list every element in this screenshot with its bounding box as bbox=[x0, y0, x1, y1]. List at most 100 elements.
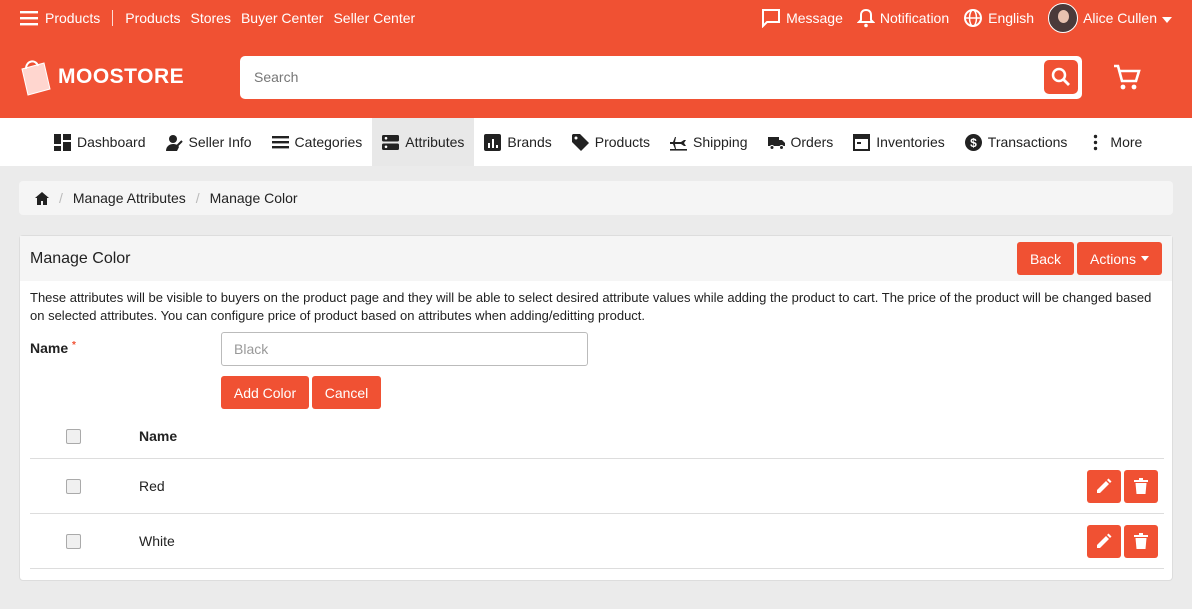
message-icon bbox=[762, 9, 781, 28]
menu-button[interactable]: Products bbox=[20, 10, 100, 26]
truck-icon bbox=[767, 136, 785, 150]
pencil-icon bbox=[1097, 533, 1112, 548]
user-info-icon bbox=[165, 134, 183, 151]
row-name: Red bbox=[139, 478, 165, 494]
cart-button[interactable] bbox=[1112, 63, 1142, 91]
select-all-checkbox[interactable] bbox=[66, 428, 81, 444]
top-link-products[interactable]: Products bbox=[125, 10, 180, 26]
message-label: Message bbox=[786, 10, 843, 26]
cancel-button[interactable]: Cancel bbox=[312, 376, 381, 409]
nav-attributes[interactable]: Attributes bbox=[372, 118, 475, 166]
nav-label: Products bbox=[594, 134, 650, 150]
language-label: English bbox=[988, 10, 1035, 26]
header: Products Products Stores Buyer Center Se… bbox=[0, 0, 1192, 118]
nav-shipping[interactable]: Shipping bbox=[660, 118, 758, 166]
home-link[interactable] bbox=[35, 191, 49, 205]
add-color-button[interactable]: Add Color bbox=[221, 376, 309, 409]
nav-label: Inventories bbox=[876, 134, 945, 150]
more-vertical-icon bbox=[1094, 134, 1098, 150]
edit-button[interactable] bbox=[1087, 524, 1121, 558]
nav-label: Dashboard bbox=[77, 134, 146, 150]
table-row: White bbox=[30, 514, 1164, 569]
row-checkbox[interactable] bbox=[66, 478, 81, 494]
user-name: Alice Cullen bbox=[1083, 10, 1157, 26]
search-bar[interactable]: Search bbox=[240, 55, 1082, 99]
table-header-row: Name bbox=[30, 414, 1164, 459]
breadcrumb-separator: / bbox=[59, 190, 63, 206]
seller-nav: Dashboard Seller Info Categories Attribu… bbox=[0, 118, 1192, 166]
globe-icon bbox=[964, 9, 983, 27]
back-button[interactable]: Back bbox=[1017, 242, 1074, 275]
nav-label: More bbox=[1110, 134, 1143, 150]
cart-icon bbox=[1114, 64, 1141, 90]
nav-seller-info[interactable]: Seller Info bbox=[156, 118, 262, 166]
manage-color-panel: Manage Color Back Actions These attribut… bbox=[19, 235, 1173, 581]
top-link-stores[interactable]: Stores bbox=[191, 10, 231, 26]
actions-dropdown[interactable]: Actions bbox=[1077, 242, 1162, 275]
dashboard-icon bbox=[54, 133, 71, 151]
divider bbox=[112, 10, 114, 26]
colors-table: Name Red White bbox=[30, 414, 1164, 569]
search-input[interactable]: Search bbox=[254, 69, 1044, 85]
language-selector[interactable]: English bbox=[963, 8, 1034, 28]
logo[interactable]: MOOSTORE bbox=[18, 57, 240, 97]
name-label-text: Name bbox=[30, 340, 69, 356]
caret-down-icon bbox=[1162, 17, 1172, 23]
name-form-row: Name * Black bbox=[30, 332, 588, 366]
top-line: Products Products Stores Buyer Center Se… bbox=[0, 0, 1192, 36]
top-link-seller-center[interactable]: Seller Center bbox=[333, 10, 415, 26]
notification-label: Notification bbox=[879, 10, 950, 26]
delete-button[interactable] bbox=[1124, 469, 1158, 503]
nav-label: Orders bbox=[790, 134, 834, 150]
breadcrumb-manage-attributes[interactable]: Manage Attributes bbox=[73, 190, 186, 206]
edit-button[interactable] bbox=[1087, 469, 1121, 503]
panel-description: These attributes will be visible to buye… bbox=[30, 290, 1152, 323]
name-input[interactable]: Black bbox=[221, 332, 588, 366]
hamburger-icon bbox=[20, 11, 38, 26]
name-input-placeholder: Black bbox=[234, 341, 269, 357]
nav-label: Seller Info bbox=[188, 134, 252, 150]
nav-label: Brands bbox=[507, 134, 552, 150]
nav-label: Shipping bbox=[693, 134, 748, 150]
delete-button[interactable] bbox=[1124, 524, 1158, 558]
required-mark: * bbox=[72, 340, 76, 351]
inventory-icon bbox=[853, 133, 871, 151]
list-icon bbox=[271, 135, 289, 148]
pencil-icon bbox=[1097, 478, 1112, 493]
nav-categories[interactable]: Categories bbox=[262, 118, 373, 166]
home-icon bbox=[35, 191, 49, 205]
actions-label: Actions bbox=[1090, 250, 1136, 267]
search-button[interactable] bbox=[1044, 60, 1078, 94]
nav-brands[interactable]: Brands bbox=[474, 118, 561, 166]
shopping-bag-logo-icon bbox=[21, 60, 51, 96]
plane-icon bbox=[670, 136, 687, 151]
search-icon bbox=[1051, 67, 1070, 86]
nav-transactions[interactable]: $ Transactions bbox=[955, 118, 1078, 166]
nav-label: Transactions bbox=[987, 134, 1068, 150]
notification-link[interactable]: Notification bbox=[856, 8, 950, 28]
user-menu[interactable]: Alice Cullen bbox=[1048, 3, 1172, 33]
breadcrumb-separator: / bbox=[195, 190, 200, 206]
message-link[interactable]: Message bbox=[761, 8, 843, 28]
nav-products[interactable]: Products bbox=[562, 118, 660, 166]
breadcrumb: / Manage Attributes / Manage Color bbox=[19, 181, 1173, 215]
bell-icon bbox=[856, 8, 875, 28]
svg-text:$: $ bbox=[970, 136, 977, 150]
trash-icon bbox=[1134, 478, 1148, 494]
caret-down-icon bbox=[1140, 256, 1149, 261]
nav-more[interactable]: More bbox=[1077, 118, 1152, 166]
tag-icon bbox=[571, 133, 589, 151]
dollar-icon: $ bbox=[964, 133, 982, 151]
avatar bbox=[1048, 3, 1079, 33]
nav-dashboard[interactable]: Dashboard bbox=[44, 118, 156, 166]
row-checkbox[interactable] bbox=[66, 533, 81, 549]
nav-orders[interactable]: Orders bbox=[758, 118, 844, 166]
top-link-buyer-center[interactable]: Buyer Center bbox=[241, 10, 323, 26]
panel-title: Manage Color bbox=[30, 249, 131, 267]
nav-inventories[interactable]: Inventories bbox=[843, 118, 954, 166]
panel-header: Manage Color Back Actions bbox=[20, 236, 1172, 281]
name-label: Name * bbox=[30, 332, 221, 366]
chart-icon bbox=[484, 133, 502, 151]
column-header-name: Name bbox=[139, 428, 178, 444]
nav-label: Attributes bbox=[405, 134, 465, 150]
